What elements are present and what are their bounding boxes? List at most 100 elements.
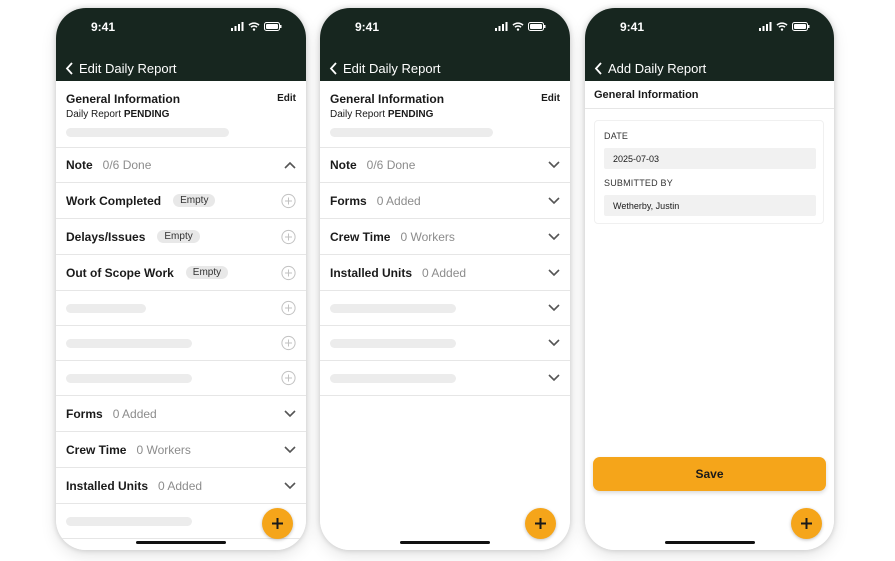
note-item-out-of-scope-work[interactable]: Out of Scope Work Empty bbox=[56, 255, 306, 291]
chevron-left-icon[interactable] bbox=[62, 62, 76, 76]
section-row-note[interactable]: Note 0/6 Done bbox=[56, 148, 306, 183]
general-info-heading: General Information bbox=[330, 92, 445, 106]
chevron-up-icon[interactable] bbox=[284, 161, 296, 169]
chevron-down-icon[interactable] bbox=[548, 374, 560, 382]
submitted-by-field[interactable]: Wetherby, Justin bbox=[604, 195, 816, 216]
skeleton-bar bbox=[330, 338, 456, 348]
save-button[interactable]: Save bbox=[593, 457, 826, 491]
plus-icon bbox=[801, 518, 812, 529]
chevron-down-icon[interactable] bbox=[548, 232, 560, 241]
section-row-placeholder[interactable] bbox=[320, 326, 570, 361]
status-label: PENDING bbox=[387, 109, 434, 120]
header-bar: 9:41 Edit Daily Report bbox=[320, 8, 570, 81]
skeleton-bar bbox=[330, 128, 493, 137]
general-info-heading: General Information bbox=[585, 81, 834, 109]
battery-icon bbox=[528, 22, 546, 31]
signal-icon bbox=[495, 22, 508, 31]
skeleton-bar bbox=[66, 338, 192, 348]
chevron-down-icon[interactable] bbox=[284, 409, 296, 418]
skeleton-bar bbox=[66, 516, 192, 526]
row-label: Crew Time bbox=[66, 442, 127, 457]
note-item-placeholder[interactable] bbox=[56, 291, 306, 326]
note-item-placeholder[interactable] bbox=[56, 361, 306, 396]
nav-bar: Add Daily Report bbox=[585, 56, 834, 81]
note-item-delays-issues[interactable]: Delays/Issues Empty bbox=[56, 219, 306, 255]
section-row-placeholder[interactable] bbox=[320, 291, 570, 326]
status-icons bbox=[759, 22, 810, 31]
add-fab-button[interactable] bbox=[525, 508, 556, 539]
plus-circle-icon[interactable] bbox=[281, 370, 296, 386]
chevron-down-icon[interactable] bbox=[548, 161, 560, 169]
section-row-note[interactable]: Note 0/6 Done bbox=[320, 148, 570, 183]
row-label: Work Completed bbox=[66, 193, 162, 208]
date-field[interactable]: 2025-07-03 bbox=[604, 148, 816, 169]
plus-icon bbox=[535, 518, 546, 529]
battery-icon bbox=[792, 22, 810, 31]
skeleton-bar bbox=[330, 303, 456, 313]
status-time: 9:41 bbox=[355, 20, 380, 34]
section-row-forms[interactable]: Forms 0 Added bbox=[56, 396, 306, 432]
plus-circle-icon[interactable] bbox=[281, 300, 296, 316]
note-item-placeholder[interactable] bbox=[56, 326, 306, 361]
general-info-heading: General Information bbox=[66, 92, 181, 106]
date-label: DATE bbox=[604, 131, 629, 141]
row-count: 0 Workers bbox=[136, 442, 191, 457]
chevron-down-icon[interactable] bbox=[548, 304, 560, 312]
phone-screen-edit-report-expanded: 9:41 Edit Daily Report General Informati… bbox=[56, 8, 306, 550]
chevron-down-icon[interactable] bbox=[548, 268, 560, 277]
plus-circle-icon[interactable] bbox=[281, 335, 296, 351]
screen-title: Edit Daily Report bbox=[79, 61, 177, 76]
add-fab-button[interactable] bbox=[262, 508, 293, 539]
wifi-icon bbox=[248, 22, 260, 31]
row-count: 0 Added bbox=[376, 193, 421, 208]
edit-button[interactable]: Edit bbox=[541, 93, 560, 104]
note-item-work-completed[interactable]: Work Completed Empty bbox=[56, 183, 306, 219]
empty-badge: Empty bbox=[185, 266, 229, 279]
empty-badge: Empty bbox=[173, 194, 216, 207]
row-count: 0 Workers bbox=[400, 229, 455, 244]
report-status: Daily Report PENDING bbox=[66, 109, 296, 120]
header-bar: 9:41 Edit Daily Report bbox=[56, 8, 306, 81]
submitted-by-label: SUBMITTED BY bbox=[604, 178, 673, 188]
plus-icon bbox=[272, 518, 283, 529]
plus-circle-icon[interactable] bbox=[281, 229, 296, 244]
home-indicator bbox=[400, 541, 490, 544]
section-row-crew-time[interactable]: Crew Time 0 Workers bbox=[320, 219, 570, 255]
row-label: Note bbox=[330, 158, 357, 172]
edit-button[interactable]: Edit bbox=[277, 93, 296, 104]
status-icons bbox=[231, 22, 282, 31]
report-status: Daily Report PENDING bbox=[330, 109, 560, 120]
home-indicator bbox=[136, 541, 226, 544]
chevron-down-icon[interactable] bbox=[548, 196, 560, 205]
general-info-section: General Information Daily Report PENDING… bbox=[320, 81, 570, 148]
chevron-left-icon[interactable] bbox=[326, 62, 340, 76]
phone-screen-edit-report-collapsed: 9:41 Edit Daily Report General Informati… bbox=[320, 8, 570, 550]
skeleton-bar bbox=[330, 373, 456, 383]
general-info-card: DATE 2025-07-03 SUBMITTED BY Wetherby, J… bbox=[594, 120, 824, 224]
row-count: 0 Added bbox=[158, 478, 203, 493]
nav-bar: Edit Daily Report bbox=[56, 56, 306, 81]
row-label: Note bbox=[66, 158, 93, 172]
chevron-down-icon[interactable] bbox=[548, 339, 560, 347]
screen-title: Add Daily Report bbox=[608, 61, 707, 76]
status-time: 9:41 bbox=[91, 20, 116, 34]
screen-title: Edit Daily Report bbox=[343, 61, 441, 76]
row-label: Out of Scope Work bbox=[66, 265, 174, 280]
plus-circle-icon[interactable] bbox=[281, 265, 296, 280]
section-row-installed-units[interactable]: Installed Units 0 Added bbox=[56, 468, 306, 504]
status-icons bbox=[495, 22, 546, 31]
section-row-placeholder[interactable] bbox=[320, 361, 570, 396]
screen-content: General Information Daily Report PENDING… bbox=[320, 81, 570, 550]
skeleton-bar bbox=[66, 373, 192, 383]
report-label: Daily Report bbox=[330, 109, 386, 120]
section-row-crew-time[interactable]: Crew Time 0 Workers bbox=[56, 432, 306, 468]
general-info-section: General Information Daily Report PENDING… bbox=[56, 81, 306, 148]
plus-circle-icon[interactable] bbox=[281, 193, 296, 208]
chevron-down-icon[interactable] bbox=[284, 445, 296, 454]
section-row-forms[interactable]: Forms 0 Added bbox=[320, 183, 570, 219]
nav-bar: Edit Daily Report bbox=[320, 56, 570, 81]
section-row-installed-units[interactable]: Installed Units 0 Added bbox=[320, 255, 570, 291]
chevron-left-icon[interactable] bbox=[591, 62, 605, 76]
add-fab-button[interactable] bbox=[791, 508, 822, 539]
chevron-down-icon[interactable] bbox=[284, 481, 296, 490]
